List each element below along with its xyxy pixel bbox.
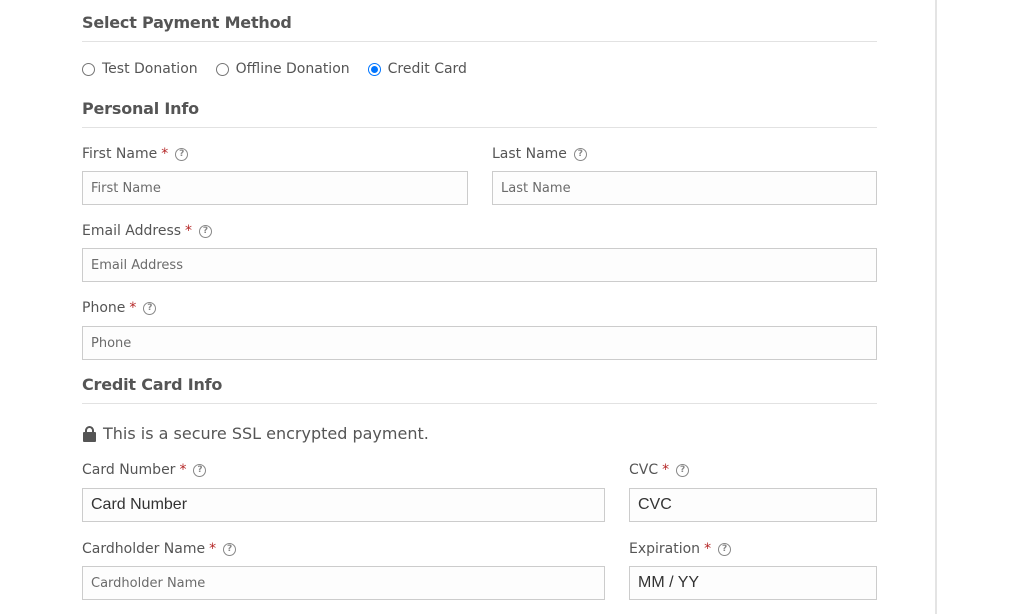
radio-label: Credit Card: [387, 61, 467, 77]
email-input[interactable]: Email Address: [82, 248, 877, 282]
radio-button-checked-icon[interactable]: [367, 62, 381, 76]
label-text: Last Name: [492, 146, 567, 162]
secure-payment-notice: This is a secure SSL encrypted payment.: [82, 424, 429, 443]
required-asterisk: *: [185, 223, 193, 239]
radio-button-icon[interactable]: [82, 62, 95, 76]
radio-credit-card[interactable]: Credit Card: [367, 61, 467, 77]
required-asterisk: *: [179, 462, 187, 478]
help-icon[interactable]: ?: [223, 542, 237, 556]
label-text: Expiration: [629, 541, 701, 557]
required-asterisk: *: [161, 146, 169, 162]
help-icon[interactable]: ?: [193, 463, 207, 477]
card-number-input[interactable]: Card Number: [82, 488, 605, 522]
required-asterisk: *: [129, 300, 137, 316]
personal-info-heading: Personal Info: [82, 99, 877, 128]
cardholder-name-label: Cardholder Name * ?: [82, 541, 237, 557]
help-icon[interactable]: ?: [676, 463, 690, 477]
lock-icon: [82, 425, 97, 442]
payment-method-heading: Select Payment Method: [82, 13, 877, 42]
radio-test-donation[interactable]: Test Donation: [82, 61, 198, 77]
label-text: CVC: [629, 462, 659, 478]
phone-input[interactable]: Phone: [82, 326, 877, 360]
payment-method-options: Test Donation Offline Donation Credit Ca…: [82, 61, 485, 77]
expiration-label: Expiration * ?: [629, 541, 732, 557]
label-text: Email Address: [82, 223, 182, 239]
last-name-label: Last Name ?: [492, 146, 587, 162]
cvc-label: CVC * ?: [629, 462, 690, 478]
email-label: Email Address * ?: [82, 223, 213, 239]
help-icon[interactable]: ?: [573, 147, 587, 161]
radio-offline-donation[interactable]: Offline Donation: [215, 61, 350, 77]
first-name-input[interactable]: First Name: [82, 171, 468, 205]
help-icon[interactable]: ?: [718, 542, 732, 556]
help-icon[interactable]: ?: [143, 301, 157, 315]
cardholder-name-input[interactable]: Cardholder Name: [82, 566, 605, 600]
radio-label: Offline Donation: [235, 61, 350, 77]
credit-card-heading: Credit Card Info: [82, 375, 877, 404]
last-name-input[interactable]: Last Name: [492, 171, 877, 205]
phone-label: Phone * ?: [82, 300, 157, 316]
card-number-label: Card Number * ?: [82, 462, 207, 478]
required-asterisk: *: [704, 541, 712, 557]
radio-label: Test Donation: [102, 61, 198, 77]
label-text: Phone: [82, 300, 126, 316]
expiration-input[interactable]: MM / YY: [629, 566, 877, 600]
sidebar-divider: [935, 0, 937, 614]
label-text: Card Number: [82, 462, 176, 478]
cvc-input[interactable]: CVC: [629, 488, 877, 522]
secure-notice-text: This is a secure SSL encrypted payment.: [103, 424, 429, 443]
required-asterisk: *: [209, 541, 217, 557]
help-icon[interactable]: ?: [175, 147, 189, 161]
required-asterisk: *: [662, 462, 670, 478]
radio-button-icon[interactable]: [215, 62, 229, 76]
label-text: Cardholder Name: [82, 541, 206, 557]
label-text: First Name: [82, 146, 158, 162]
help-icon[interactable]: ?: [199, 224, 213, 238]
first-name-label: First Name * ?: [82, 146, 189, 162]
